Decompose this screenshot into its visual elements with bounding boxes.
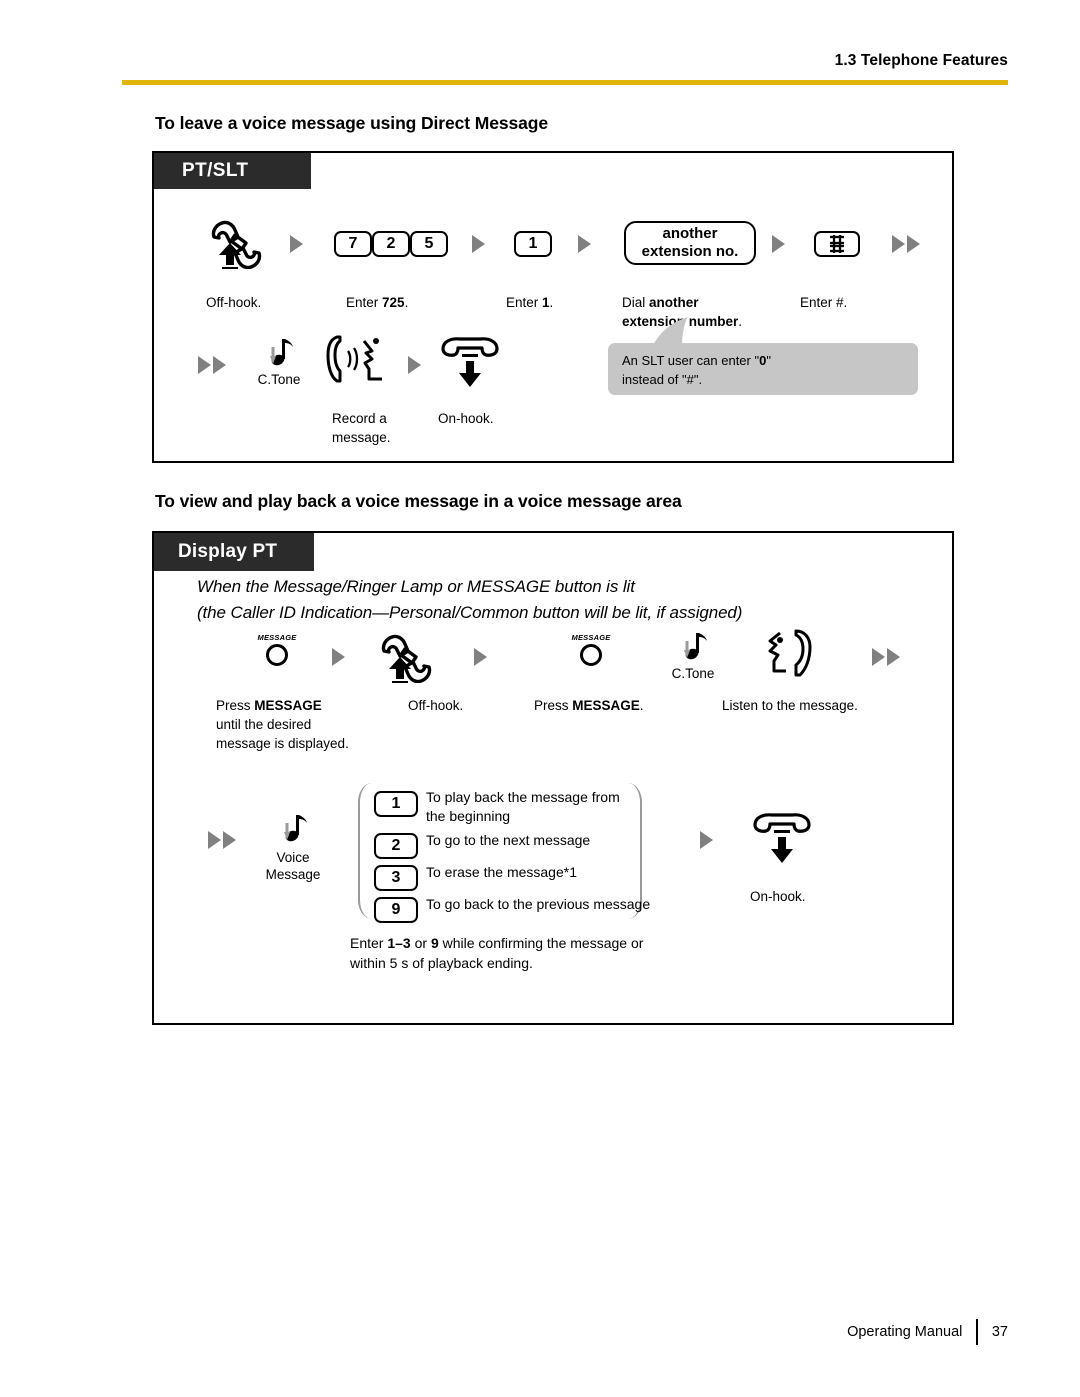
flow-arrow <box>700 831 713 849</box>
intro-line-1: When the Message/Ringer Lamp or MESSAGE … <box>197 577 635 596</box>
message-button-lamp <box>580 644 602 666</box>
label-c-tone: C.Tone <box>671 666 715 681</box>
flow-arrow-double <box>208 831 236 849</box>
page-header-section-label: 1.3 Telephone Features <box>834 52 1008 69</box>
procedure-box-pt-slt: PT/SLT 7 2 5 1 another extension no. Off… <box>152 151 954 463</box>
keycap-option-1: 1 <box>374 791 418 817</box>
hash-key-icon <box>814 231 860 257</box>
keycap-option-3: 3 <box>374 865 418 891</box>
flow-arrow-double <box>872 648 900 666</box>
option-text-1: To play back the message from the beginn… <box>426 789 620 824</box>
footer: Operating Manual 37 <box>847 1319 1008 1345</box>
flow-arrow <box>332 648 345 666</box>
onhook-handset-icon <box>750 811 814 872</box>
message-button-label: MESSAGE <box>571 633 611 642</box>
caption-enter-1: Enter 1. <box>506 295 554 310</box>
caption-press-message-until: Press MESSAGE until the desired message … <box>216 698 349 751</box>
caption-press-message: Press MESSAGE. <box>534 698 644 713</box>
flow-arrow-double <box>892 235 920 253</box>
offhook-handset-icon <box>376 629 438 688</box>
listen-message-icon <box>758 625 820 686</box>
caption-on-hook: On-hook. <box>750 889 806 904</box>
procedure-box-display-pt: Display PT When the Message/Ringer Lamp … <box>152 531 954 1025</box>
another-extension-line1: another <box>662 225 718 242</box>
label-voice-message: Voice Message <box>265 850 321 882</box>
caption-off-hook: Off-hook. <box>206 295 262 310</box>
message-button-lamp <box>266 644 288 666</box>
caption-record-message: Record a message. <box>332 411 391 445</box>
keycap-1: 1 <box>514 231 552 257</box>
message-button-icon: MESSAGE <box>246 633 308 666</box>
keycap-2: 2 <box>372 231 410 257</box>
flow-arrow <box>772 235 785 253</box>
footer-separator <box>976 1319 978 1345</box>
phone-type-tag-display-pt: Display PT <box>154 533 314 571</box>
option-text-9: To go back to the previous message <box>426 896 651 912</box>
flow-arrow-double <box>198 356 226 374</box>
footer-page-number: 37 <box>991 1324 1008 1340</box>
callout-tail <box>634 315 690 354</box>
footer-manual-label: Operating Manual <box>847 1324 963 1340</box>
caption-enter-hash: Enter #. <box>800 295 848 310</box>
flow-arrow <box>290 235 303 253</box>
flow-arrow <box>578 235 591 253</box>
phone-type-tag-pt-slt: PT/SLT <box>154 153 311 189</box>
message-button-icon: MESSAGE <box>560 633 622 666</box>
keycap-7: 7 <box>334 231 372 257</box>
flow-arrow <box>408 356 421 374</box>
another-extension-line2: extension no. <box>641 243 739 260</box>
playback-timing-note: Enter 1–3 or 9 while confirming the mess… <box>350 935 644 971</box>
caption-enter-725: Enter 725. <box>346 295 409 310</box>
onhook-handset-icon <box>438 335 502 396</box>
caption-on-hook: On-hook. <box>438 411 494 426</box>
caption-off-hook: Off-hook. <box>408 698 464 713</box>
caption-listen-to-message: Listen to the message. <box>722 698 858 713</box>
section-heading-2: To view and play back a voice message in… <box>155 491 682 511</box>
header-rule <box>122 80 1008 85</box>
label-c-tone: C.Tone <box>257 372 301 387</box>
flow-arrow <box>472 235 485 253</box>
offhook-handset-icon <box>206 215 268 274</box>
keycap-5: 5 <box>410 231 448 257</box>
record-message-icon <box>324 331 390 394</box>
intro-line-2: (the Caller ID Indication—Personal/Commo… <box>197 603 743 622</box>
option-text-3: To erase the message*1 <box>426 864 577 880</box>
section-heading-1: To leave a voice message using Direct Me… <box>155 113 549 133</box>
keycap-option-2: 2 <box>374 833 418 859</box>
flow-arrow <box>474 648 487 666</box>
keycap-option-9: 9 <box>374 897 418 923</box>
another-extension-box: another extension no. <box>624 221 756 265</box>
option-text-2: To go to the next message <box>426 832 591 848</box>
message-button-label: MESSAGE <box>257 633 297 642</box>
